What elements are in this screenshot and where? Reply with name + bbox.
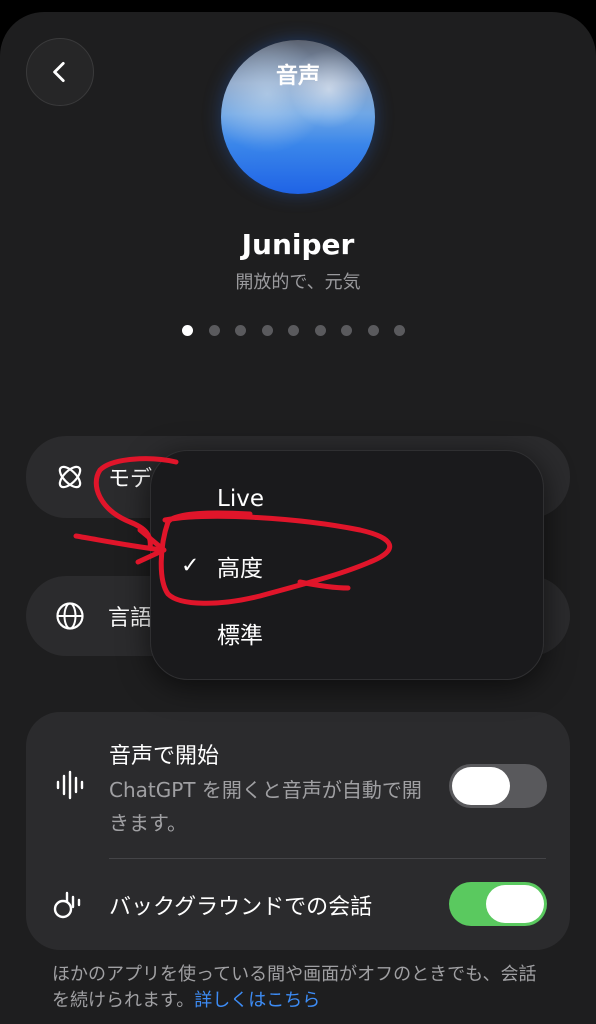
globe-icon (56, 602, 84, 630)
background-conversation-toggle[interactable] (449, 882, 547, 926)
toggle-knob (452, 767, 510, 805)
page-dot[interactable] (182, 325, 193, 336)
voice-name: Juniper (241, 228, 355, 261)
page-indicator[interactable] (182, 325, 405, 336)
atom-icon (58, 465, 82, 489)
page-dot[interactable] (235, 325, 246, 336)
model-row-label: モデ (108, 467, 153, 492)
start-with-voice-description: ChatGPT を開くと音声が自動で開きます。 (109, 778, 422, 835)
divider (109, 858, 546, 859)
model-dropdown-menu: Live ✓ 高度 標準 (150, 450, 544, 680)
page-dot[interactable] (208, 325, 220, 336)
start-with-voice-title: 音声で開始 (109, 744, 220, 769)
language-row-label: 言語 (108, 606, 153, 631)
page-dot[interactable] (367, 325, 379, 336)
start-with-voice-toggle[interactable] (449, 764, 547, 808)
learn-more-link[interactable]: 詳しくはこちら (194, 990, 320, 1011)
menu-item-label: 高度 (217, 556, 263, 582)
checkmark-icon: ✓ (181, 553, 200, 579)
footer-note: ほかのアプリを使っている間や画面がオフのときでも、会話を続けられます。詳しくはこ… (52, 962, 552, 1014)
voice-options-card: 音声で開始 ChatGPT を開くと音声が自動で開きます。 バックグラウンドでの… (26, 712, 570, 950)
background-voice-icon (53, 891, 81, 919)
menu-item-label: Live (217, 486, 264, 512)
page-dot[interactable] (314, 325, 326, 336)
background-conversation-label: バックグラウンドでの会話 (109, 895, 373, 920)
page-dot[interactable] (261, 325, 273, 336)
page-title: 音声 (275, 64, 320, 89)
page-dot[interactable] (288, 325, 299, 336)
menu-item-standard[interactable]: 標準 (151, 603, 543, 663)
waveform-icon (56, 770, 84, 800)
toggle-knob (486, 885, 544, 923)
voice-description: 開放的で、元気 (235, 272, 361, 293)
menu-item-live[interactable]: Live (151, 469, 543, 529)
page-dot[interactable] (341, 325, 352, 336)
page-dot[interactable] (394, 325, 405, 336)
menu-item-advanced[interactable]: ✓ 高度 (151, 536, 543, 596)
menu-item-label: 標準 (217, 623, 263, 649)
screen: 音声 Juniper 開放的で、元気 モデ 言語 音声で開始 ChatGPT を… (0, 0, 596, 1024)
